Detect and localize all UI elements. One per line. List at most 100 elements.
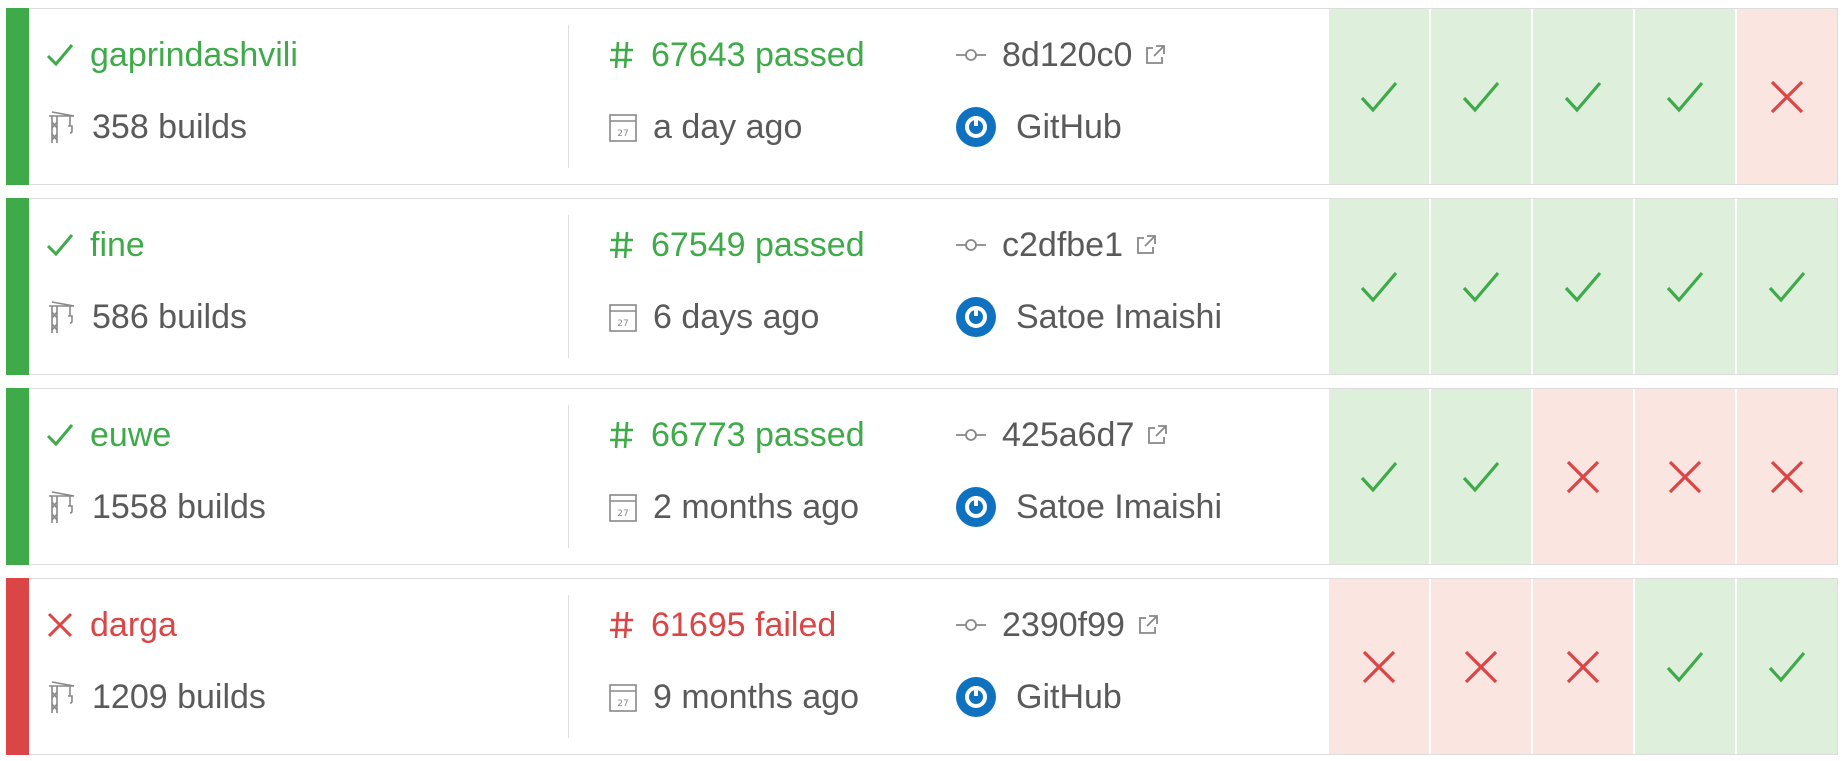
calendar-icon: 27 — [609, 112, 637, 142]
check-icon — [1665, 269, 1705, 305]
branch-column: gaprindashvili 358 builds — [46, 9, 566, 184]
build-column: 67549 passed 27 6 days ago — [609, 199, 929, 374]
builds-count: 358 builds — [92, 107, 248, 146]
svg-text:27: 27 — [617, 129, 628, 139]
commit-link[interactable]: 2390f99 — [1002, 606, 1125, 645]
check-icon — [46, 232, 74, 258]
job-cell-passed[interactable] — [1633, 9, 1735, 184]
job-cell-passed[interactable] — [1735, 579, 1837, 754]
job-cell-passed[interactable] — [1327, 199, 1429, 374]
job-cell-passed[interactable] — [1429, 389, 1531, 564]
commit-link[interactable]: 425a6d7 — [1002, 416, 1134, 455]
job-cell-passed[interactable] — [1735, 199, 1837, 374]
author-name: Satoe Imaishi — [1016, 297, 1222, 336]
calendar-icon: 27 — [609, 302, 637, 332]
build-status-link[interactable]: 67643 passed — [651, 36, 865, 75]
cross-icon — [1565, 649, 1601, 685]
check-icon — [1665, 79, 1705, 115]
job-cell-passed[interactable] — [1633, 199, 1735, 374]
time-ago: a day ago — [653, 107, 803, 146]
build-status-link[interactable]: 67549 passed — [651, 226, 865, 265]
branch-row[interactable]: fine 586 builds 67549 passed 27 6 days a… — [6, 198, 1838, 375]
status-stripe — [6, 578, 29, 755]
commit-column: 2390f99 GitHub — [956, 579, 1316, 754]
check-icon — [1563, 269, 1603, 305]
job-cell-passed[interactable] — [1429, 199, 1531, 374]
commit-icon — [956, 617, 986, 633]
branch-row[interactable]: euwe 1558 builds 66773 passed 27 2 month… — [6, 388, 1838, 565]
job-cell-passed[interactable] — [1327, 9, 1429, 184]
build-status-link[interactable]: 66773 passed — [651, 416, 865, 455]
crane-icon — [46, 110, 76, 144]
branch-column: darga 1209 builds — [46, 579, 566, 754]
branch-name-link[interactable]: gaprindashvili — [90, 36, 298, 75]
build-status-link[interactable]: 61695 failed — [651, 606, 836, 645]
status-stripe — [6, 8, 29, 185]
author-name: Satoe Imaishi — [1016, 487, 1222, 526]
time-ago: 2 months ago — [653, 487, 860, 526]
job-cell-failed[interactable] — [1327, 579, 1429, 754]
column-divider — [568, 215, 569, 358]
commit-column: 425a6d7 Satoe Imaishi — [956, 389, 1316, 564]
avatar-icon — [956, 487, 996, 527]
hash-icon — [609, 610, 635, 640]
cross-icon — [1667, 459, 1703, 495]
cross-icon — [1565, 459, 1601, 495]
hash-icon — [609, 40, 635, 70]
job-cell-failed[interactable] — [1429, 579, 1531, 754]
job-cell-failed[interactable] — [1531, 579, 1633, 754]
column-divider — [568, 25, 569, 168]
hash-icon — [609, 420, 635, 450]
author-name: GitHub — [1016, 677, 1122, 716]
check-icon — [1767, 649, 1807, 685]
column-divider — [568, 405, 569, 548]
check-icon — [1461, 79, 1501, 115]
commit-link[interactable]: 8d120c0 — [1002, 36, 1132, 75]
commit-icon — [956, 427, 986, 443]
job-matrix — [1327, 9, 1837, 184]
job-cell-passed[interactable] — [1531, 199, 1633, 374]
author-name: GitHub — [1016, 107, 1122, 146]
crane-icon — [46, 490, 76, 524]
time-ago: 9 months ago — [653, 677, 860, 716]
builds-count: 1558 builds — [92, 487, 266, 526]
job-matrix — [1327, 389, 1837, 564]
job-matrix — [1327, 199, 1837, 374]
job-cell-passed[interactable] — [1633, 579, 1735, 754]
job-cell-failed[interactable] — [1633, 389, 1735, 564]
commit-icon — [956, 237, 986, 253]
job-cell-passed[interactable] — [1429, 9, 1531, 184]
job-cell-passed[interactable] — [1327, 389, 1429, 564]
commit-column: 8d120c0 GitHub — [956, 9, 1316, 184]
branch-row[interactable]: gaprindashvili 358 builds 67643 passed 2… — [6, 8, 1838, 185]
job-cell-failed[interactable] — [1735, 9, 1837, 184]
branch-name-link[interactable]: darga — [90, 606, 177, 645]
commit-column: c2dfbe1 Satoe Imaishi — [956, 199, 1316, 374]
svg-text:27: 27 — [617, 509, 628, 519]
check-icon — [1359, 459, 1399, 495]
external-link-icon[interactable] — [1135, 234, 1157, 256]
external-link-icon[interactable] — [1137, 614, 1159, 636]
branch-row[interactable]: darga 1209 builds 61695 failed 27 9 mont… — [6, 578, 1838, 755]
builds-count: 586 builds — [92, 297, 248, 336]
check-icon — [1767, 269, 1807, 305]
job-cell-failed[interactable] — [1531, 389, 1633, 564]
check-icon — [1359, 269, 1399, 305]
external-link-icon[interactable] — [1146, 424, 1168, 446]
job-cell-failed[interactable] — [1735, 389, 1837, 564]
cross-icon — [46, 611, 74, 639]
check-icon — [1359, 79, 1399, 115]
svg-text:27: 27 — [617, 699, 628, 709]
cross-icon — [1769, 79, 1805, 115]
check-icon — [1461, 459, 1501, 495]
commit-icon — [956, 47, 986, 63]
branch-column: euwe 1558 builds — [46, 389, 566, 564]
job-cell-passed[interactable] — [1531, 9, 1633, 184]
branch-name-link[interactable]: fine — [90, 226, 145, 265]
build-column: 61695 failed 27 9 months ago — [609, 579, 929, 754]
branch-name-link[interactable]: euwe — [90, 416, 171, 455]
crane-icon — [46, 300, 76, 334]
cross-icon — [1361, 649, 1397, 685]
external-link-icon[interactable] — [1144, 44, 1166, 66]
commit-link[interactable]: c2dfbe1 — [1002, 226, 1123, 265]
